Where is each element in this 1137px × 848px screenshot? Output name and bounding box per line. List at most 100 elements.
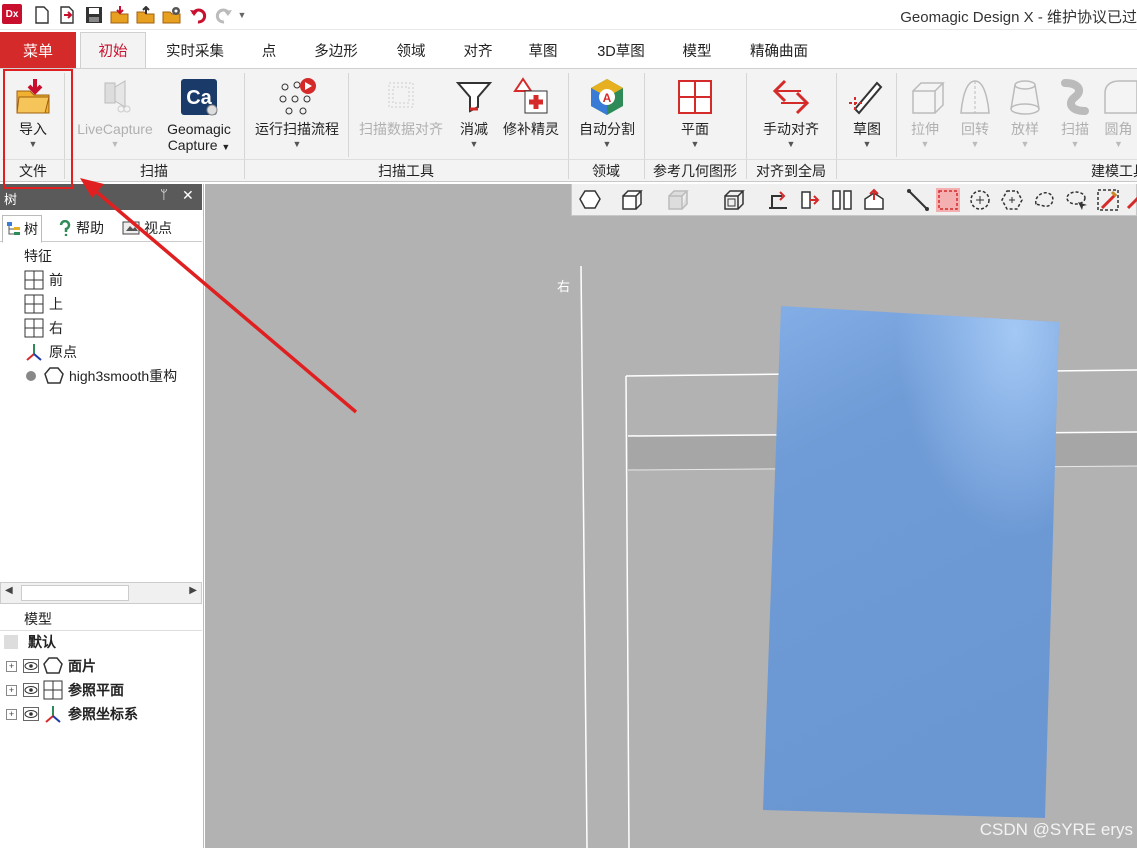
line-select-icon[interactable] bbox=[906, 188, 930, 212]
sketch-dropdown-icon[interactable]: ▼ bbox=[863, 139, 872, 149]
import-icon[interactable] bbox=[110, 5, 130, 25]
close-icon[interactable]: ✕ bbox=[182, 187, 194, 204]
menu-button[interactable]: 菜单 bbox=[0, 32, 76, 68]
fillet-dropdown-icon[interactable]: ▼ bbox=[1114, 139, 1123, 149]
tab-align[interactable]: 对齐 bbox=[450, 32, 506, 68]
brush-select-icon[interactable] bbox=[1124, 188, 1137, 212]
solid-view-icon[interactable] bbox=[620, 188, 644, 212]
eye-icon[interactable] bbox=[23, 707, 39, 721]
clipping-plane-icon[interactable] bbox=[798, 188, 822, 212]
scan-data-align-button[interactable]: 扫描数据对齐 bbox=[354, 73, 448, 157]
plane-button[interactable]: 平面 ▼ bbox=[650, 73, 740, 157]
scrollbar-thumb[interactable] bbox=[21, 585, 129, 601]
circle-select-icon[interactable] bbox=[968, 188, 992, 212]
livecapture-button[interactable]: LiveCapture ▼ bbox=[70, 73, 160, 157]
paint-brush-select-icon[interactable] bbox=[1096, 188, 1120, 212]
manual-align-dropdown-icon[interactable]: ▼ bbox=[787, 139, 796, 149]
watermark: CSDN @SYRE erys bbox=[979, 820, 1133, 839]
plane-dropdown-icon[interactable]: ▼ bbox=[691, 139, 700, 149]
section-view-icon[interactable] bbox=[766, 188, 790, 212]
save-icon[interactable] bbox=[84, 5, 104, 25]
sweep-dropdown-icon[interactable]: ▼ bbox=[1071, 139, 1080, 149]
tree-item-right[interactable]: 右 bbox=[0, 316, 202, 340]
tab-region[interactable]: 领域 bbox=[380, 32, 442, 68]
expand-icon[interactable]: + bbox=[6, 684, 17, 696]
model-item-mesh[interactable]: + 面片 bbox=[0, 654, 202, 678]
expand-icon[interactable]: + bbox=[6, 660, 17, 672]
loft-button[interactable]: 放样 ▼ bbox=[1000, 73, 1050, 157]
auto-segment-label: 自动分割 bbox=[579, 121, 635, 137]
wireframe-box-icon[interactable] bbox=[722, 188, 746, 212]
model-item-default[interactable]: 默认 bbox=[0, 630, 202, 654]
export-icon[interactable] bbox=[136, 5, 156, 25]
auto-segment-dropdown-icon[interactable]: ▼ bbox=[603, 139, 612, 149]
plane-icon bbox=[678, 80, 712, 114]
tab-model[interactable]: 模型 bbox=[668, 32, 726, 68]
fillet-button[interactable]: 圆角 ▼ bbox=[1100, 73, 1137, 157]
sweep-button[interactable]: 扫描 ▼ bbox=[1050, 73, 1100, 157]
expand-icon[interactable]: + bbox=[6, 708, 17, 720]
model-item-ref-coord[interactable]: + 参照坐标系 bbox=[0, 702, 202, 726]
sketch-button[interactable]: 草图 ▼ bbox=[842, 73, 892, 157]
tab-exact-surface[interactable]: 精确曲面 bbox=[736, 32, 822, 68]
app-logo[interactable]: Dx bbox=[2, 4, 22, 24]
tree-item-mesh-reconstruct[interactable]: high3smooth重构 bbox=[0, 364, 202, 388]
extrude-button[interactable]: 拉伸 ▼ bbox=[900, 73, 950, 157]
revolve-button[interactable]: 回转 ▼ bbox=[950, 73, 1000, 157]
tab-3d-sketch[interactable]: 3D草图 bbox=[582, 32, 660, 68]
lasso-select-icon[interactable] bbox=[1064, 188, 1088, 212]
scroll-right-icon[interactable]: ▶ bbox=[189, 585, 197, 596]
manual-align-button[interactable]: 手动对齐 ▼ bbox=[752, 73, 830, 157]
eye-icon[interactable] bbox=[23, 659, 39, 673]
model-item-ref-plane[interactable]: + 参照平面 bbox=[0, 678, 202, 702]
customize-quick-access-icon[interactable]: ▼ bbox=[236, 5, 248, 25]
freeform-select-icon[interactable] bbox=[1032, 188, 1056, 212]
reduce-button[interactable]: 消减 ▼ bbox=[452, 73, 496, 157]
tab-tree[interactable]: 树 bbox=[2, 215, 42, 243]
mirror-view-icon[interactable] bbox=[830, 188, 854, 212]
tree-item-origin[interactable]: 原点 bbox=[0, 340, 202, 364]
tree-item-front[interactable]: 前 bbox=[0, 268, 202, 292]
run-scan-flow-dropdown-icon[interactable]: ▼ bbox=[293, 139, 302, 149]
3d-viewport[interactable]: 右 CSDN @SYRE erys bbox=[205, 184, 1137, 848]
tab-polygon[interactable]: 多边形 bbox=[300, 32, 372, 68]
surface-view-icon[interactable] bbox=[666, 188, 690, 212]
settings-folder-icon[interactable] bbox=[162, 5, 182, 25]
tab-viewpoint[interactable]: 视点 bbox=[122, 216, 172, 240]
tab-live-capture[interactable]: 实时采集 bbox=[150, 32, 240, 68]
import-button[interactable]: 导入 ▼ bbox=[6, 73, 60, 157]
tab-sketch[interactable]: 草图 bbox=[514, 32, 572, 68]
group-label-scan-tools: 扫描工具 bbox=[244, 159, 568, 181]
sweep-label: 扫描 bbox=[1061, 121, 1089, 137]
tab-home[interactable]: 初始 bbox=[80, 32, 146, 68]
reduce-dropdown-icon[interactable]: ▼ bbox=[470, 139, 479, 149]
tab-point[interactable]: 点 bbox=[248, 32, 290, 68]
mesh-object[interactable] bbox=[205, 184, 1137, 848]
tab-help[interactable]: 帮助 bbox=[58, 216, 104, 240]
rectangle-select-icon[interactable] bbox=[936, 188, 960, 212]
coordinate-system-icon bbox=[26, 344, 42, 361]
auto-segment-button[interactable]: A 自动分割 ▼ bbox=[574, 73, 640, 157]
mesh-highlight bbox=[763, 306, 1059, 818]
import-dropdown-icon[interactable]: ▼ bbox=[29, 139, 38, 149]
tree-item-top[interactable]: 上 bbox=[0, 292, 202, 316]
open-file-icon[interactable] bbox=[58, 5, 78, 25]
livecapture-dropdown-icon[interactable]: ▼ bbox=[111, 139, 120, 149]
revolve-dropdown-icon[interactable]: ▼ bbox=[971, 139, 980, 149]
geomagic-capture-button[interactable]: Ca Geomagic Capture ▼ bbox=[160, 73, 238, 157]
pin-icon[interactable]: ᛘ bbox=[160, 187, 168, 202]
horizontal-scrollbar[interactable]: ◀ ▶ bbox=[0, 582, 202, 604]
render-mode-icon[interactable] bbox=[578, 188, 602, 212]
repair-wizard-button[interactable]: 修补精灵 bbox=[498, 73, 564, 157]
polygon-select-icon[interactable] bbox=[1000, 188, 1024, 212]
new-file-icon[interactable] bbox=[32, 5, 52, 25]
explode-view-icon[interactable] bbox=[862, 188, 886, 212]
loft-dropdown-icon[interactable]: ▼ bbox=[1021, 139, 1030, 149]
extrude-dropdown-icon[interactable]: ▼ bbox=[921, 139, 930, 149]
run-scan-flow-button[interactable]: 运行扫描流程 ▼ bbox=[250, 73, 344, 157]
undo-icon[interactable] bbox=[188, 5, 208, 25]
redo-icon[interactable] bbox=[214, 5, 234, 25]
geomagic-capture-dropdown-icon[interactable]: ▼ bbox=[221, 142, 230, 152]
scroll-left-icon[interactable]: ◀ bbox=[5, 585, 13, 596]
eye-icon[interactable] bbox=[23, 683, 39, 697]
